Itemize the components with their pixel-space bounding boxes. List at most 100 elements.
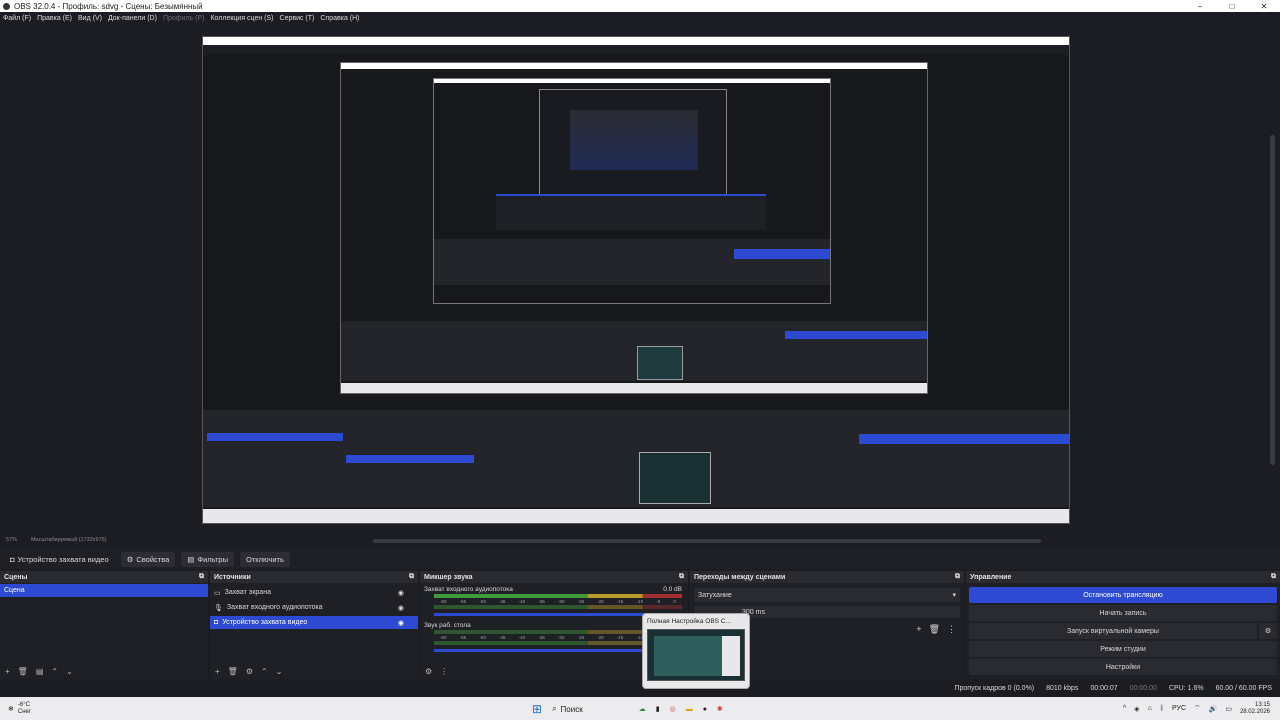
close-button[interactable]: ✕ (1248, 2, 1280, 11)
source-item[interactable]: 🎙 Захват входного аудиопотока ◉ (210, 601, 418, 614)
add-icon[interactable]: + (916, 624, 921, 635)
gear-icon[interactable]: ⚙ (1259, 623, 1277, 639)
menu-view[interactable]: Вид (V) (78, 15, 102, 22)
add-icon[interactable]: + (5, 667, 10, 676)
trash-icon[interactable]: 🗑 (929, 624, 940, 635)
source-item[interactable]: ◘ Устройство захвата видео ◉ (210, 616, 418, 629)
add-icon[interactable]: + (215, 667, 220, 676)
chrome-icon[interactable]: ◎ (670, 705, 676, 713)
zoom-level[interactable]: 57% (6, 537, 17, 547)
stop-streaming-button[interactable]: Остановить трансляцию (969, 587, 1277, 603)
menu-scene-collection[interactable]: Коллекция сцен (S) (210, 15, 273, 22)
menu-file[interactable]: Файл (F) (3, 15, 31, 22)
search-label: Поиск (560, 704, 583, 714)
source-label: Захват экрана (224, 589, 271, 596)
scale-mode[interactable]: Масштабируемый (1732x975) (31, 537, 107, 547)
dock-float-icon[interactable]: ⧉ (199, 573, 204, 581)
maximize-button[interactable]: □ (1216, 2, 1248, 11)
settings-button[interactable]: Настройки (969, 659, 1277, 675)
menu-docks[interactable]: Док-панели (D) (108, 15, 157, 22)
scene-item[interactable]: Сцена (0, 584, 208, 597)
selected-source-label: ◘ Устройство захвата видео (4, 552, 115, 567)
transitions-title: Переходы между сценами (694, 573, 786, 581)
obs-window: OBS 32.0.4 - Профиль: sdvg - Сцены: Безы… (0, 0, 1280, 720)
taskbar-search[interactable]: ⌕ Поиск (552, 704, 583, 714)
wifi-icon[interactable]: ⌔ (1194, 704, 1201, 713)
preview-canvas[interactable] (0, 25, 1280, 535)
chevron-up-icon[interactable]: ^ (1123, 705, 1126, 712)
controls-title: Управление (970, 573, 1012, 581)
window-thumbnail (647, 629, 745, 681)
clock[interactable]: 13:15 28.02.2026 (1240, 702, 1270, 716)
trash-icon[interactable]: 🗑 (18, 667, 28, 676)
more-icon[interactable]: ⋮ (440, 667, 448, 676)
chevron-up-icon[interactable]: ⌃ (261, 667, 268, 676)
trash-icon[interactable]: 🗑 (228, 667, 238, 676)
properties-button[interactable]: ⚙ Свойства (120, 551, 176, 567)
obs-taskbar-icon[interactable]: ● (703, 706, 707, 713)
terminal-icon[interactable]: ▮ (656, 705, 660, 713)
eye-icon[interactable]: ◉ (398, 619, 404, 627)
menu-tools[interactable]: Сервис (T) (280, 15, 315, 22)
tray-app-icon[interactable]: ◈ (1134, 705, 1139, 713)
weather-widget[interactable]: ❄ -6°C Снег (0, 702, 31, 716)
weather-desc: Снег (17, 708, 32, 715)
source-toolbar: ◘ Устройство захвата видео ⚙ Свойства ▤ … (0, 549, 1280, 569)
stream-time: 00:00:07 (1090, 685, 1118, 692)
transition-select[interactable]: Затухание ▾ (694, 588, 960, 602)
preview-zoom-bar: 57% Масштабируемый (1732x975) (0, 537, 107, 547)
volume-icon[interactable]: 🔊 (1209, 705, 1218, 713)
chevron-up-icon[interactable]: ⌃ (51, 667, 58, 676)
taskbar-preview-tooltip[interactable]: Полная Настройка OBS С... (642, 613, 750, 689)
preview-vertical-scrollbar[interactable] (1270, 135, 1275, 465)
mixer-track: Захват входного аудиопотока 0.0 dB (420, 586, 688, 593)
source-item[interactable]: ▭ Захват экрана ◉ (210, 586, 418, 599)
more-icon[interactable]: ⋮ (947, 624, 956, 635)
dock-float-icon[interactable]: ⧉ (409, 573, 414, 581)
eye-icon[interactable]: ◉ (398, 589, 404, 597)
cpu-usage: CPU: 1.6% (1168, 685, 1204, 692)
deactivate-label: Отключить (245, 554, 284, 564)
filter-icon[interactable]: ▤ (36, 667, 44, 676)
dropped-frames: Пропуск кадров 0 (0.0%) (954, 685, 1035, 692)
folder-icon[interactable]: ▬ (686, 706, 693, 713)
volume-meter (434, 605, 682, 609)
bluetooth-icon[interactable]: ᛒ (1160, 705, 1164, 712)
lang-indicator[interactable]: РУС (1172, 705, 1186, 712)
camera-icon: ◘ (10, 554, 15, 564)
preview-horizontal-scrollbar[interactable] (373, 539, 1041, 543)
mixer-title: Микшер звука (424, 573, 473, 581)
studio-mode-button[interactable]: Режим студии (969, 641, 1277, 657)
battery-icon[interactable]: ▭ (1225, 705, 1232, 713)
bitrate: 8010 kbps (1046, 685, 1079, 692)
windows-start-icon[interactable]: ⊞ (532, 702, 542, 716)
start-recording-button[interactable]: Начать запись (969, 605, 1277, 621)
dock-float-icon[interactable]: ⧉ (1271, 573, 1276, 581)
app-icon[interactable]: ✱ (717, 705, 723, 713)
gear-icon[interactable]: ⚙ (246, 667, 253, 676)
deactivate-button[interactable]: Отключить (239, 551, 290, 567)
network-icon[interactable]: ⌂ (1148, 705, 1152, 712)
tooltip-title: Полная Настройка OBS С... (647, 618, 731, 625)
dock-float-icon[interactable]: ⧉ (955, 573, 960, 581)
track-label: Звук раб. стола (424, 622, 471, 629)
gear-icon: ⚙ (126, 554, 134, 564)
cloud-app-icon[interactable]: ☁ (639, 705, 646, 713)
source-label: Захват входного аудиопотока (226, 604, 323, 611)
dock-float-icon[interactable]: ⧉ (679, 573, 684, 581)
filters-button[interactable]: ▤ Фильтры (181, 551, 234, 567)
menu-help[interactable]: Справка (H) (320, 15, 359, 22)
minimize-button[interactable]: – (1184, 2, 1216, 11)
status-bar: Пропуск кадров 0 (0.0%) 8010 kbps 00:00:… (0, 681, 1280, 696)
start-virtual-camera-button[interactable]: Запуск виртуальной камеры (969, 623, 1257, 639)
sources-dock: Источники ⧉ ▭ Захват экрана ◉ 🎙 Захват вх… (210, 571, 418, 679)
transition-value: Затухание (698, 591, 732, 599)
eye-icon[interactable]: ◉ (398, 604, 404, 612)
chevron-down-icon[interactable]: ⌄ (276, 667, 283, 676)
chevron-down-icon[interactable]: ⌄ (66, 667, 73, 676)
menu-edit[interactable]: Правка (E) (37, 15, 72, 22)
mic-icon: 🎙 (214, 604, 223, 612)
gear-icon[interactable]: ⚙ (425, 667, 432, 676)
controls-dock: Управление ⧉ Остановить трансляцию Начать… (966, 571, 1280, 679)
volume-meter (434, 594, 682, 598)
